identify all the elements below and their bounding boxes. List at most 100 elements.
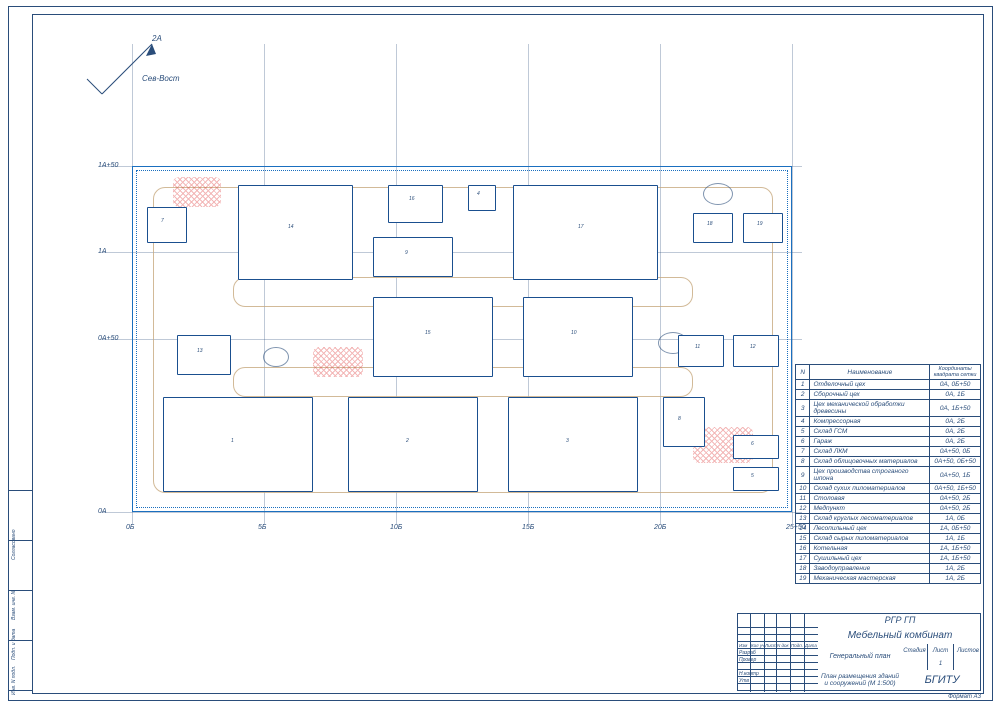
vegetation bbox=[173, 177, 221, 207]
title-block-format: Формат А3 bbox=[948, 694, 981, 700]
building-label: 10 bbox=[571, 331, 577, 336]
legend-hdr-name: Наименование bbox=[810, 365, 930, 380]
tree bbox=[263, 347, 289, 367]
margin-label: Подп. и дата bbox=[11, 629, 17, 660]
margin-label: Взам. инв. N bbox=[11, 591, 17, 620]
building-9 bbox=[373, 237, 453, 277]
building-label: 13 bbox=[197, 349, 203, 354]
legend-row: 19Механическая мастерская1А, 2Б bbox=[796, 574, 981, 584]
building-10 bbox=[523, 297, 633, 377]
legend-cell-n: 19 bbox=[796, 574, 810, 584]
legend-cell-coord: 1А, 0Б+50 bbox=[930, 524, 981, 534]
building-label: 1 bbox=[231, 439, 234, 444]
building-5 bbox=[733, 467, 779, 491]
legend-table: N Наименование Координаты квадрата сетки… bbox=[795, 364, 981, 584]
plan-drawing-area: 2А Сев-Вост 0Б5Б10Б15Б20Б25+501А+501А0А+… bbox=[42, 24, 802, 532]
building-label: 3 bbox=[566, 439, 569, 444]
title-block: Изм Кол уч Лист N док Подп. Дата Разраб … bbox=[737, 613, 981, 691]
legend-cell-n: 2 bbox=[796, 390, 810, 400]
margin-label: Инв. N подл. bbox=[11, 666, 17, 695]
title-block-subtitle: План размещения зданий и сооружений (М 1… bbox=[818, 670, 902, 692]
legend-cell-n: 17 bbox=[796, 554, 810, 564]
legend-cell-name: Сборочный цех bbox=[810, 390, 930, 400]
legend-row: 2Сборочный цех0А, 1Б bbox=[796, 390, 981, 400]
legend-cell-name: Склад ГСМ bbox=[810, 427, 930, 437]
legend-cell-coord: 1А, 1Б+50 bbox=[930, 554, 981, 564]
legend-cell-coord: 1А, 2Б bbox=[930, 564, 981, 574]
legend-cell-name: Отделочный цех bbox=[810, 380, 930, 390]
legend-cell-n: 7 bbox=[796, 447, 810, 457]
legend-row: 10Склад сухих пиломатериалов0А+50, 1Б+50 bbox=[796, 484, 981, 494]
legend-row: 1Отделочный цех0А, 0Б+50 bbox=[796, 380, 981, 390]
legend-cell-coord: 1А, 1Б bbox=[930, 534, 981, 544]
legend-row: 13Склад круглых лесоматериалов1А, 0Б bbox=[796, 514, 981, 524]
vegetation bbox=[313, 347, 363, 377]
legend-cell-name: Цех производства строганого шпона bbox=[810, 467, 930, 484]
legend-cell-coord: 0А+50, 2Б bbox=[930, 504, 981, 514]
building-4 bbox=[468, 185, 496, 211]
building-8 bbox=[663, 397, 705, 447]
legend-hdr-coord: Координаты квадрата сетки bbox=[930, 365, 981, 380]
legend-row: 17Сушильный цех1А, 1Б+50 bbox=[796, 554, 981, 564]
building-19 bbox=[743, 213, 783, 243]
north-label: Сев-Вост bbox=[142, 74, 180, 83]
legend-cell-coord: 0А, 1Б bbox=[930, 390, 981, 400]
legend-cell-n: 12 bbox=[796, 504, 810, 514]
building-label: 19 bbox=[757, 222, 763, 227]
building-label: 15 bbox=[425, 331, 431, 336]
legend-row: 16Котельная1А, 1Б+50 bbox=[796, 544, 981, 554]
legend-cell-name: Склад сухих пиломатериалов bbox=[810, 484, 930, 494]
building-3 bbox=[508, 397, 638, 492]
legend-row: 3Цех механической обработки древесины0А,… bbox=[796, 400, 981, 417]
legend-cell-n: 18 bbox=[796, 564, 810, 574]
building-14 bbox=[238, 185, 353, 280]
axis-label-v: 20Б bbox=[654, 524, 666, 531]
title-block-sheet-type: Генеральный план bbox=[818, 644, 902, 670]
legend-cell-coord: 0А+50, 1Б+50 bbox=[930, 484, 981, 494]
building-label: 14 bbox=[288, 225, 294, 230]
legend-cell-n: 14 bbox=[796, 524, 810, 534]
axis-label-h: 0А bbox=[98, 508, 107, 515]
legend-row: 15Склад сырых пиломатериалов1А, 1Б bbox=[796, 534, 981, 544]
legend-cell-coord: 0А, 2Б bbox=[930, 437, 981, 447]
axis-label-h: 1А bbox=[98, 248, 107, 255]
building-2 bbox=[348, 397, 478, 492]
legend-cell-n: 11 bbox=[796, 494, 810, 504]
title-block-cols: Стадия Лист Листов bbox=[902, 644, 982, 657]
legend-cell-coord: 1А, 0Б bbox=[930, 514, 981, 524]
site-boundary: 7 14 16 4 17 18 19 13 15 10 11 12 1 2 3 … bbox=[132, 166, 792, 512]
legend-cell-name: Заводоуправление bbox=[810, 564, 930, 574]
axis-label-v: 10Б bbox=[390, 524, 402, 531]
legend-cell-n: 16 bbox=[796, 544, 810, 554]
margin-tick bbox=[8, 490, 32, 491]
building-label: 5 bbox=[751, 474, 754, 479]
legend-cell-coord: 0А+50, 1Б bbox=[930, 467, 981, 484]
legend-cell-coord: 0А, 2Б bbox=[930, 417, 981, 427]
legend-cell-n: 15 bbox=[796, 534, 810, 544]
legend-cell-coord: 0А+50, 0Б+50 bbox=[930, 457, 981, 467]
margin-label: Согласовано bbox=[11, 530, 17, 561]
legend-cell-name: Сушильный цех bbox=[810, 554, 930, 564]
legend-cell-coord: 0А+50, 0Б bbox=[930, 447, 981, 457]
legend-row: 18Заводоуправление1А, 2Б bbox=[796, 564, 981, 574]
building-12 bbox=[733, 335, 779, 367]
title-block-org: БГИТУ bbox=[902, 670, 982, 692]
legend-cell-n: 1 bbox=[796, 380, 810, 390]
axis-label-v: 0Б bbox=[126, 524, 134, 531]
title-block-revisions: Изм Кол уч Лист N док Подп. Дата Разраб … bbox=[738, 614, 818, 692]
building-label: 18 bbox=[707, 222, 713, 227]
legend-cell-name: Медпункт bbox=[810, 504, 930, 514]
axis-label-h: 1А+50 bbox=[98, 162, 118, 169]
legend-row: 6Гараж0А, 2Б bbox=[796, 437, 981, 447]
legend-cell-name: Склад облицовочных материалов bbox=[810, 457, 930, 467]
legend-cell-coord: 0А, 1Б+50 bbox=[930, 400, 981, 417]
building-15 bbox=[373, 297, 493, 377]
axis-label-v: 5Б bbox=[258, 524, 266, 531]
building-18 bbox=[693, 213, 733, 243]
legend-cell-coord: 0А+50, 2Б bbox=[930, 494, 981, 504]
building-label: 6 bbox=[751, 442, 754, 447]
legend-row: 4Компрессорная0А, 2Б bbox=[796, 417, 981, 427]
legend-cell-name: Столовая bbox=[810, 494, 930, 504]
legend-cell-n: 5 bbox=[796, 427, 810, 437]
legend-cell-name: Лесопильный цех bbox=[810, 524, 930, 534]
